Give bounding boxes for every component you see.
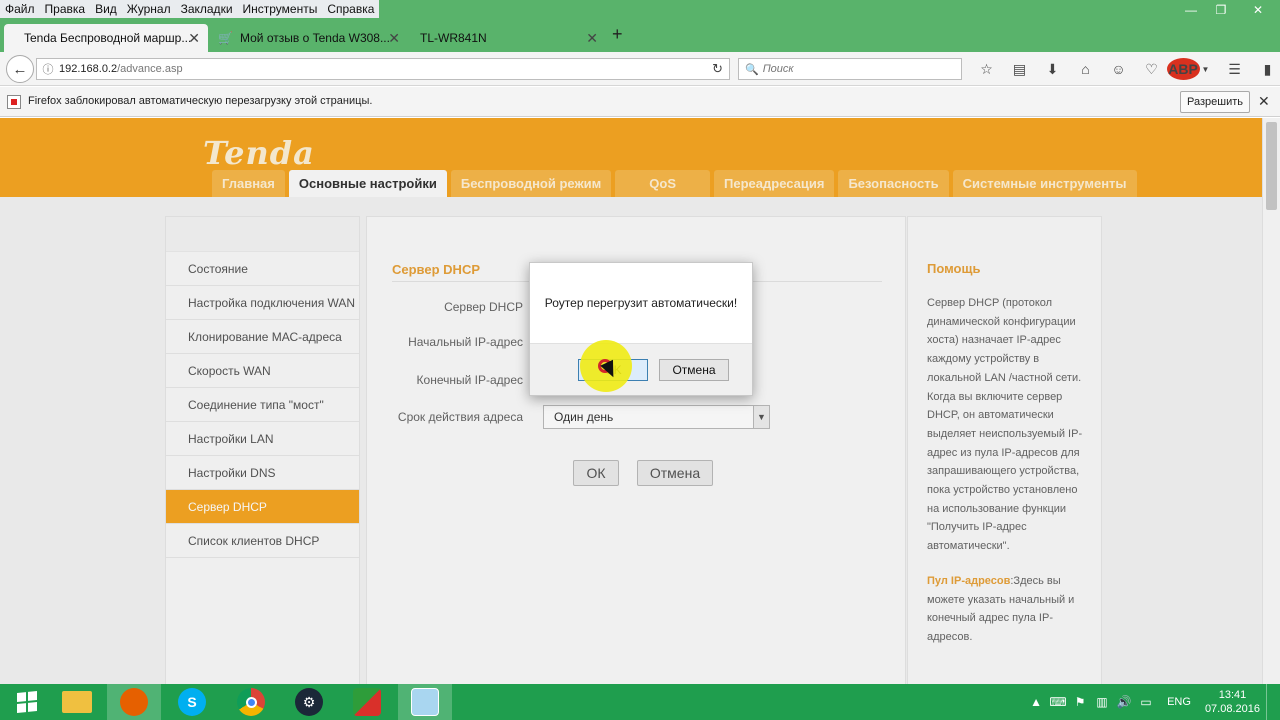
page-scrollbar[interactable] [1262, 118, 1280, 684]
adblock-icon[interactable]: ABP ▼ [1166, 58, 1209, 80]
app-icon [353, 688, 381, 716]
dialog-message: Роутер перегрузит автоматически! [544, 296, 738, 310]
home-icon[interactable]: ⌂ [1069, 58, 1102, 80]
taskbar-file-explorer[interactable] [50, 684, 104, 720]
notification-bar: Firefox заблокировал автоматическую пере… [0, 87, 1280, 117]
menu-view[interactable]: Вид [90, 0, 122, 18]
folder-icon [62, 691, 92, 713]
tab-close-icon[interactable]: ✕ [188, 30, 200, 47]
download-icon[interactable]: ⬇ [1036, 58, 1069, 80]
clock-time: 13:41 [1218, 689, 1247, 701]
taskbar-chrome[interactable] [224, 684, 278, 720]
search-icon: 🔍 [745, 63, 759, 76]
url-text: 192.168.0.2/advance.asp [59, 63, 183, 75]
chevron-up-icon[interactable]: ▲ [1025, 695, 1047, 709]
chrome-icon [237, 688, 265, 716]
start-button[interactable] [0, 684, 54, 720]
close-notification-icon[interactable]: ✕ [1258, 93, 1270, 110]
url-bar[interactable]: ⓘ 192.168.0.2/advance.asp ↻ [36, 58, 730, 80]
info-icon[interactable]: ⓘ [37, 61, 59, 77]
restore-icon[interactable]: ❐ [1206, 0, 1236, 20]
hamburger-menu-icon[interactable]: ☰ [1218, 58, 1251, 80]
tab-title: Мой отзыв о Tenda W308... [240, 31, 390, 45]
blocked-icon [7, 95, 21, 109]
tab-title: Tenda Беспроводной маршр... [24, 31, 192, 45]
skype-icon: S [178, 688, 206, 716]
menu-help[interactable]: Справка [322, 0, 379, 18]
tab-strip: Tenda Беспроводной маршр... ✕ 🛒 Мой отзы… [0, 22, 1280, 52]
tab-title: TL-WR841N [420, 31, 487, 45]
tab-close-icon[interactable]: ✕ [586, 30, 598, 47]
search-input[interactable] [762, 63, 953, 75]
taskbar-firefox[interactable] [107, 684, 161, 720]
clock[interactable]: 13:41 07.08.2016 [1205, 688, 1260, 716]
alert-dialog: Роутер перегрузит автоматически! OK Отме… [529, 262, 753, 396]
battery-icon[interactable]: ▭ [1135, 695, 1157, 709]
scrollbar-thumb[interactable] [1266, 122, 1277, 210]
adblock-badge: ABP [1166, 58, 1200, 80]
menu-history[interactable]: Журнал [122, 0, 176, 18]
steam-icon: ⚙ [295, 688, 323, 716]
reading-list-icon[interactable]: ▤ [1003, 58, 1036, 80]
modal-overlay [0, 118, 1262, 684]
browser-titlebar: Файл Правка Вид Журнал Закладки Инструме… [0, 0, 1280, 52]
taskbar-app-green-red[interactable] [340, 684, 394, 720]
dialog-cancel-button[interactable]: Отмена [659, 359, 729, 381]
minimize-icon[interactable]: — [1176, 0, 1206, 20]
window-controls: — ❐ ✕ [1176, 0, 1280, 20]
reload-icon[interactable]: ↻ [712, 61, 723, 77]
menu-bar: Файл Правка Вид Журнал Закладки Инструме… [0, 0, 380, 18]
new-tab-icon[interactable]: + [612, 24, 623, 45]
menu-edit[interactable]: Правка [40, 0, 91, 18]
flag-icon[interactable]: ⚑ [1069, 695, 1091, 709]
tab-tenda[interactable]: Tenda Беспроводной маршр... ✕ [4, 24, 208, 52]
toolbar-icons: ☆ ▤ ⬇ ⌂ ☺ ♡ ABP ▼ ☰ ▮ [970, 58, 1280, 80]
cart-icon: 🛒 [218, 31, 233, 45]
menu-tools[interactable]: Инструменты [238, 0, 323, 18]
tab-review[interactable]: 🛒 Мой отзыв о Tenda W308... ✕ [212, 24, 408, 52]
dialog-footer: OK Отмена [530, 343, 752, 395]
taskbar-skype[interactable]: S [165, 684, 219, 720]
router-page: Tenda Главная Основные настройки Беспров… [0, 118, 1262, 684]
firefox-icon [120, 688, 148, 716]
url-path: /advance.asp [117, 63, 183, 75]
pocket-icon[interactable]: ♡ [1135, 58, 1168, 80]
chat-icon[interactable]: ☺ [1102, 58, 1135, 80]
back-arrow-icon[interactable]: ← [6, 55, 34, 83]
clock-date: 07.08.2016 [1204, 703, 1260, 715]
language-indicator[interactable]: ENG [1167, 696, 1191, 708]
tab-tl-wr841n[interactable]: TL-WR841N ✕ [400, 24, 606, 52]
search-bar[interactable]: 🔍 [738, 58, 962, 80]
keyboard-icon[interactable]: ⌨ [1047, 695, 1069, 709]
tab-close-icon[interactable]: ✕ [388, 30, 400, 47]
close-window-icon[interactable]: ✕ [1236, 0, 1280, 20]
show-desktop-button[interactable] [1266, 684, 1274, 720]
notepad-icon [411, 688, 439, 716]
menu-file[interactable]: Файл [0, 0, 40, 18]
sidebar-toggle-icon[interactable]: ▮ [1251, 58, 1280, 80]
windows-logo-icon [17, 690, 37, 714]
toolbar-separator [1208, 58, 1218, 80]
bookmark-star-icon[interactable]: ☆ [970, 58, 1003, 80]
taskbar-steam[interactable]: ⚙ [282, 684, 336, 720]
allow-button[interactable]: Разрешить [1180, 91, 1250, 113]
menu-bookmarks[interactable]: Закладки [176, 0, 238, 18]
taskbar: S ⚙ ▲ ⌨ ⚑ ▥ 🔊 ▭ ENG 13:41 07.08.2016 [0, 684, 1280, 720]
nav-toolbar: ← ⓘ 192.168.0.2/advance.asp ↻ 🔍 ☆ ▤ ⬇ ⌂ … [0, 52, 1280, 86]
notification-text: Firefox заблокировал автоматическую пере… [28, 95, 373, 107]
url-host: 192.168.0.2 [59, 63, 118, 75]
taskbar-notepad[interactable] [398, 684, 452, 720]
system-tray: ▲ ⌨ ⚑ ▥ 🔊 ▭ ENG 13:41 07.08.2016 [1025, 684, 1274, 720]
volume-icon[interactable]: 🔊 [1113, 695, 1135, 709]
network-icon[interactable]: ▥ [1091, 695, 1113, 709]
